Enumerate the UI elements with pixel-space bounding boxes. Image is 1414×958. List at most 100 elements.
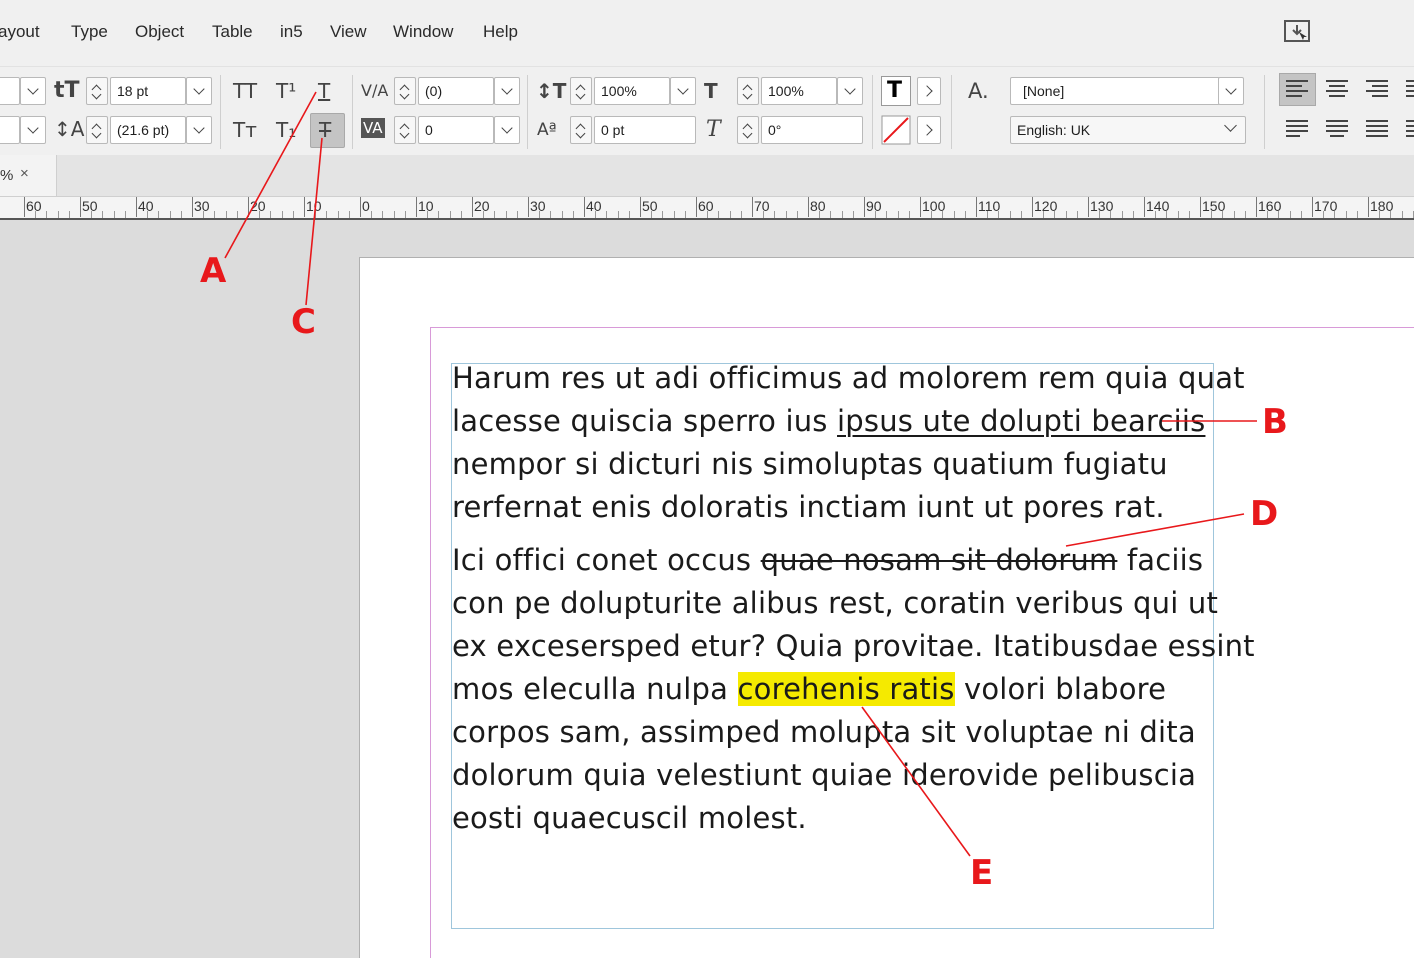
leading-stepper[interactable] xyxy=(86,116,108,144)
kerning-stepper[interactable] xyxy=(394,77,416,105)
ruler-minor-tick xyxy=(404,211,406,218)
skew-stepper[interactable] xyxy=(737,116,759,144)
font-style-field[interactable] xyxy=(0,116,20,144)
align-right-icon[interactable] xyxy=(1366,80,1388,98)
justify-center-icon[interactable] xyxy=(1326,120,1348,138)
menu-help[interactable]: Help xyxy=(483,22,518,42)
align-toward-spine-icon[interactable] xyxy=(1406,80,1414,98)
paragraph-2[interactable]: Ici offici conet occus quae nosam sit do… xyxy=(452,539,1255,840)
ruler-minor-tick xyxy=(147,211,149,218)
baseline-shift-stepper[interactable] xyxy=(570,116,592,144)
vertical-scale-field[interactable]: 100% xyxy=(594,77,670,105)
text-line: corpos sam, assimped molupta sit volupta… xyxy=(452,715,1196,749)
menu-in5[interactable]: in5 xyxy=(280,22,303,42)
ruler-minor-tick xyxy=(1267,211,1269,218)
ruler-minor-tick xyxy=(1076,211,1078,218)
font-family-field[interactable] xyxy=(0,77,20,105)
underline-icon[interactable]: T xyxy=(318,79,330,103)
leading-field[interactable]: (21.6 pt) xyxy=(110,116,186,144)
ruler-minor-tick xyxy=(505,211,507,218)
callout-label-e: E xyxy=(970,853,994,893)
align-away-spine-icon[interactable] xyxy=(1406,120,1414,138)
font-style-dropdown[interactable] xyxy=(20,116,46,144)
tracking-dropdown[interactable] xyxy=(494,116,520,144)
menu-window[interactable]: Window xyxy=(393,22,453,42)
strikethrough-button[interactable]: T xyxy=(310,113,345,148)
callout-label-a: A xyxy=(200,251,227,291)
ruler-minor-tick xyxy=(259,211,261,218)
horizontal-scale-stepper[interactable] xyxy=(737,77,759,105)
small-caps-icon[interactable]: Tт xyxy=(233,118,257,142)
character-style-field[interactable]: [None] xyxy=(1010,77,1220,105)
divider xyxy=(220,75,221,149)
vertical-scale-dropdown[interactable] xyxy=(670,77,696,105)
ruler-major-tick xyxy=(1368,197,1369,217)
font-family-dropdown[interactable] xyxy=(20,77,46,105)
strikethrough-text: quae nosam sit dolorum xyxy=(760,543,1118,577)
ruler-minor-tick xyxy=(1390,211,1392,218)
text-line: Ici offici conet occus quae nosam sit do… xyxy=(452,539,1255,582)
ruler-minor-tick xyxy=(494,211,496,218)
horizontal-ruler[interactable]: 60 50 40 30 20 10 0 10 20 30 40 50 60 70 80 90 100 110 120… xyxy=(0,197,1414,220)
ruler-minor-tick xyxy=(662,211,664,218)
ruler-minor-tick xyxy=(1155,211,1157,218)
document-tab[interactable]: % × xyxy=(0,155,57,196)
ruler-minor-tick xyxy=(539,211,541,218)
text-fill-swatch[interactable]: T xyxy=(881,76,911,106)
tracking-stepper[interactable] xyxy=(394,116,416,144)
font-size-field[interactable]: 18 pt xyxy=(110,77,186,105)
ruler-minor-tick xyxy=(1177,211,1179,218)
publish-icon[interactable] xyxy=(1284,20,1310,42)
ruler-major-tick xyxy=(920,197,921,217)
ruler-label: 10 xyxy=(306,198,322,214)
all-caps-icon[interactable]: TT xyxy=(233,79,257,103)
language-field[interactable]: English: UK xyxy=(1010,116,1246,144)
ruler-minor-tick xyxy=(964,211,966,218)
ruler-minor-tick xyxy=(1166,211,1168,218)
menu-layout[interactable]: ayout xyxy=(0,22,40,42)
align-center-icon[interactable] xyxy=(1326,80,1348,98)
strikethrough-icon: T xyxy=(319,118,332,142)
ruler-minor-tick xyxy=(1009,211,1011,218)
justify-left-icon[interactable] xyxy=(1286,120,1308,138)
ruler-minor-tick xyxy=(796,211,798,218)
ruler-minor-tick xyxy=(1278,211,1280,218)
menu-table[interactable]: Table xyxy=(212,22,253,42)
ruler-minor-tick xyxy=(68,211,70,218)
close-icon[interactable]: × xyxy=(20,165,29,182)
font-size-icon: tT xyxy=(54,78,80,103)
character-style-dropdown[interactable] xyxy=(1218,77,1244,105)
tab-zoom-label: % xyxy=(0,167,14,184)
fill-menu-button[interactable] xyxy=(917,77,941,105)
horizontal-scale-dropdown[interactable] xyxy=(837,77,863,105)
justify-all-icon[interactable] xyxy=(1366,120,1388,138)
leading-dropdown[interactable] xyxy=(186,116,212,144)
tracking-field[interactable]: 0 xyxy=(418,116,494,144)
menu-type[interactable]: Type xyxy=(71,22,108,42)
horizontal-scale-field[interactable]: 100% xyxy=(761,77,837,105)
superscript-icon[interactable]: T¹ xyxy=(276,79,296,103)
kerning-dropdown[interactable] xyxy=(494,77,520,105)
paragraph-1[interactable]: Harum res ut adi officimus ad molorem re… xyxy=(452,357,1245,529)
stroke-none-icon[interactable] xyxy=(881,115,911,145)
ruler-label: 30 xyxy=(194,198,210,214)
menu-object[interactable]: Object xyxy=(135,22,184,42)
ruler-major-tick xyxy=(752,197,753,217)
font-size-stepper[interactable] xyxy=(86,77,108,105)
ruler-minor-tick xyxy=(270,211,272,218)
ruler-minor-tick xyxy=(729,211,731,218)
subscript-icon[interactable]: T₁ xyxy=(276,118,296,142)
menu-view[interactable]: View xyxy=(330,22,367,42)
ruler-major-tick xyxy=(248,197,249,217)
skew-field[interactable]: 0° xyxy=(761,116,863,144)
baseline-shift-field[interactable]: 0 pt xyxy=(594,116,696,144)
horizontal-scale-icon: T xyxy=(704,79,718,103)
text-line: Harum res ut adi officimus ad molorem re… xyxy=(452,361,1245,395)
ruler-label: 70 xyxy=(754,198,770,214)
kerning-field[interactable]: (0) xyxy=(418,77,494,105)
text-line: eosti quaecuscil molest. xyxy=(452,801,807,835)
ruler-minor-tick xyxy=(57,211,59,218)
vertical-scale-stepper[interactable] xyxy=(570,77,592,105)
font-size-dropdown[interactable] xyxy=(186,77,212,105)
stroke-menu-button[interactable] xyxy=(917,116,941,144)
